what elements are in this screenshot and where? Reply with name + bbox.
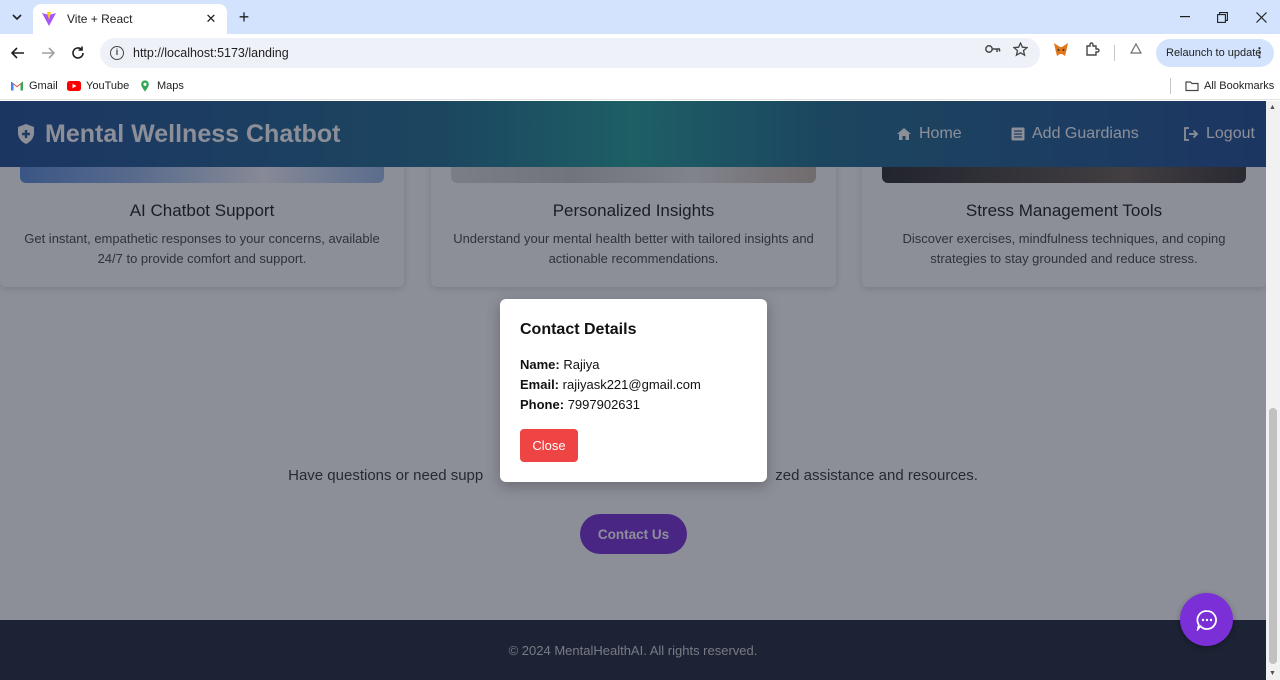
scrollbar-thumb[interactable] xyxy=(1269,408,1277,664)
scroll-up-arrow-icon[interactable]: ▲ xyxy=(1269,104,1276,111)
tab-title: Vite + React xyxy=(67,12,133,26)
all-bookmarks-label: All Bookmarks xyxy=(1204,80,1275,92)
new-tab-icon[interactable]: + xyxy=(234,7,254,27)
gmail-icon xyxy=(11,81,23,91)
folder-icon xyxy=(1185,81,1199,92)
back-arrow-icon[interactable] xyxy=(8,43,28,63)
vite-favicon-icon xyxy=(42,12,56,26)
url-text[interactable]: http://localhost:5173/landing xyxy=(133,46,1040,60)
toolbar-divider xyxy=(1114,45,1115,61)
relaunch-label: Relaunch to update xyxy=(1166,47,1262,59)
browser-tab-strip: Vite + React ✕ + xyxy=(0,0,1280,34)
bookmark-label: YouTube xyxy=(86,80,130,92)
email-value: rajiyask221@gmail.com xyxy=(562,377,701,392)
close-window-icon[interactable] xyxy=(1242,0,1280,34)
forward-arrow-icon[interactable] xyxy=(38,43,58,63)
tab-search-chevron-icon[interactable] xyxy=(6,7,28,27)
bookmark-youtube[interactable]: YouTube xyxy=(67,77,129,95)
account-triangle-icon[interactable] xyxy=(1128,41,1144,57)
name-label: Name: xyxy=(520,357,560,372)
tab-close-icon[interactable]: ✕ xyxy=(203,11,219,27)
name-value: Rajiya xyxy=(563,357,600,372)
restore-icon[interactable] xyxy=(1203,0,1241,34)
bookmark-label: Maps xyxy=(157,80,184,92)
maps-pin-icon xyxy=(141,80,149,92)
reload-icon[interactable] xyxy=(68,43,88,63)
minimize-icon[interactable] xyxy=(1166,0,1204,34)
modal-title: Contact Details xyxy=(520,321,637,338)
browser-tab[interactable]: Vite + React ✕ xyxy=(33,4,227,34)
page-scrollbar[interactable]: ▲ ▼ xyxy=(1266,101,1280,680)
chat-bubble-icon xyxy=(1196,609,1217,631)
chat-launcher-button[interactable] xyxy=(1180,593,1233,646)
page-viewport: AI Chatbot Support Get instant, empathet… xyxy=(0,101,1266,680)
password-key-icon[interactable] xyxy=(985,41,1001,57)
metamask-extension-icon[interactable] xyxy=(1053,41,1069,57)
bookmark-maps[interactable]: Maps xyxy=(138,77,184,95)
scroll-down-arrow-icon[interactable]: ▼ xyxy=(1269,670,1276,677)
relaunch-to-update-button[interactable]: Relaunch to update ⋮ xyxy=(1156,39,1274,67)
bookmark-label: Gmail xyxy=(29,80,58,92)
bookmarks-divider xyxy=(1170,78,1171,94)
phone-value: 7997902631 xyxy=(567,397,640,412)
email-label: Email: xyxy=(520,377,560,392)
bookmark-gmail[interactable]: Gmail xyxy=(10,77,58,95)
contact-phone-row: Phone: 7997902631 xyxy=(520,395,747,415)
contact-details-modal: Contact Details Name: Rajiya Email: raji… xyxy=(500,299,767,482)
more-menu-icon[interactable]: ⋮ xyxy=(1253,45,1266,61)
close-button[interactable]: Close xyxy=(520,429,578,462)
bookmarks-bar: Gmail YouTube Maps All Bookmarks xyxy=(0,72,1280,100)
address-bar[interactable]: i http://localhost:5173/landing xyxy=(100,38,1040,68)
bookmark-star-icon[interactable] xyxy=(1012,41,1028,57)
site-info-icon[interactable]: i xyxy=(110,46,124,60)
contact-email-row: Email: rajiyask221@gmail.com xyxy=(520,375,747,395)
all-bookmarks-button[interactable]: All Bookmarks xyxy=(1185,77,1274,95)
browser-toolbar: i http://localhost:5173/landing Relaunch… xyxy=(0,34,1280,72)
phone-label: Phone: xyxy=(520,397,565,412)
youtube-icon xyxy=(67,81,81,91)
extensions-puzzle-icon[interactable] xyxy=(1084,41,1100,57)
contact-name-row: Name: Rajiya xyxy=(520,355,747,375)
